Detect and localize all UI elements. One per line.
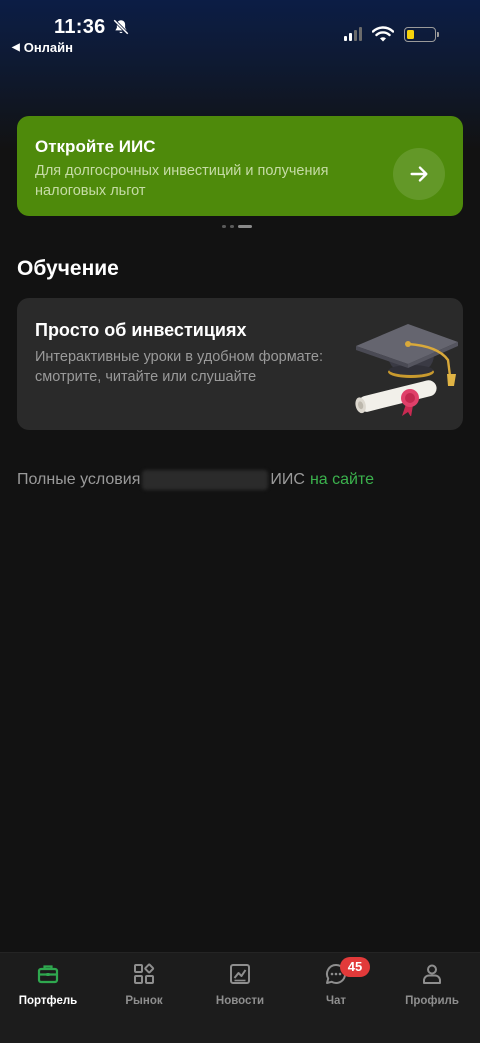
terms-site-link[interactable]: на сайте xyxy=(310,471,374,489)
carousel-pager xyxy=(222,225,252,228)
status-indicators xyxy=(344,26,439,42)
tab-profile[interactable]: Профиль xyxy=(384,953,480,1043)
pager-dot xyxy=(222,225,226,228)
cellular-signal-icon xyxy=(344,27,362,41)
briefcase-icon xyxy=(35,961,61,987)
tab-chat[interactable]: 45 Чат xyxy=(288,953,384,1043)
tab-label: Новости xyxy=(215,995,265,1007)
tab-portfolio[interactable]: Портфель xyxy=(0,953,96,1043)
battery-icon xyxy=(404,26,439,42)
full-terms-line: Полные условия ИИС на сайте xyxy=(17,470,374,490)
open-iis-promo-card[interactable]: Откройте ИИС Для долгосрочных инвестиций… xyxy=(17,116,463,216)
news-chart-icon xyxy=(227,961,253,987)
tab-news[interactable]: Новости xyxy=(192,953,288,1043)
back-label: Онлайн xyxy=(23,40,73,55)
tab-market[interactable]: Рынок xyxy=(96,953,192,1043)
pager-dot-active xyxy=(238,225,252,228)
back-to-app-link[interactable]: ◀ Онлайн xyxy=(12,40,73,55)
tab-label: Портфель xyxy=(18,995,78,1007)
arrow-right-icon xyxy=(410,166,428,182)
terms-prefix: Полные условия xyxy=(17,471,141,488)
bell-off-icon xyxy=(113,19,129,35)
back-triangle-icon: ◀ xyxy=(12,42,20,53)
redacted-text xyxy=(142,470,269,490)
learning-section-title: Обучение xyxy=(17,257,119,280)
tab-label: Чат xyxy=(325,995,347,1007)
promo-description: Для долгосрочных инвестиций и получения … xyxy=(35,163,329,199)
market-grid-icon xyxy=(131,961,157,987)
edu-card-title: Просто об инвестициях xyxy=(35,320,247,340)
status-time: 11:36 xyxy=(54,16,106,38)
terms-suffix: ИИС xyxy=(270,471,305,488)
edu-card-description: Интерактивные уроки в удобном формате: с… xyxy=(35,349,324,385)
promo-arrow-button[interactable] xyxy=(393,148,445,200)
battery-level xyxy=(407,29,414,39)
tab-label: Рынок xyxy=(125,995,163,1007)
investing-basics-card[interactable]: Просто об инвестициях Интерактивные урок… xyxy=(17,298,463,430)
promo-title: Откройте ИИС xyxy=(35,137,156,156)
bottom-tab-bar: Портфель Рынок Новости 45 Чат Профиль xyxy=(0,952,480,1043)
profile-icon xyxy=(419,961,445,987)
graduation-cap-diploma-icon xyxy=(355,324,458,416)
wifi-icon xyxy=(372,26,394,42)
chat-unread-badge: 45 xyxy=(340,957,370,977)
tab-label: Профиль xyxy=(405,995,459,1007)
pager-dot xyxy=(230,225,234,228)
status-bar: 11:36 ◀ Онлайн xyxy=(0,0,480,60)
